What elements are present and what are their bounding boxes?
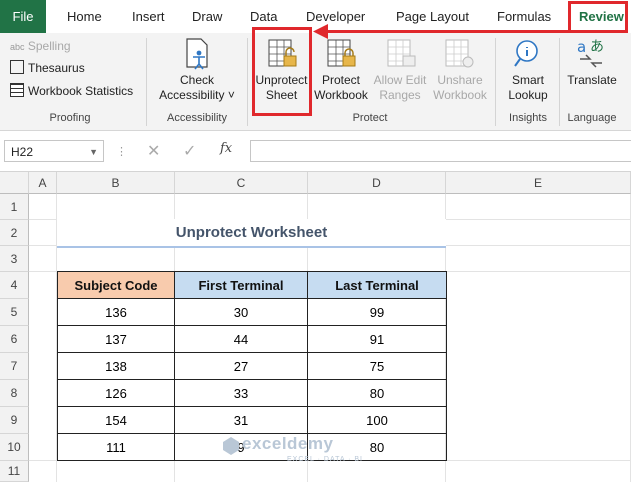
separator [247, 38, 248, 126]
header-first-terminal[interactable]: First Terminal [174, 271, 308, 299]
table-row: 126 33 80 [57, 379, 447, 407]
tab-insert[interactable]: Insert [132, 0, 165, 33]
thesaurus-icon [10, 60, 24, 74]
table-row: 138 27 75 [57, 352, 447, 380]
header-last-terminal[interactable]: Last Terminal [307, 271, 447, 299]
cell[interactable]: 30 [174, 298, 308, 326]
allow-edit-ranges-icon [387, 39, 416, 67]
formula-bar: H22 ▼ ⋮ ✕ ✓ fx [0, 131, 631, 172]
cell[interactable]: 137 [57, 325, 175, 353]
svg-text:あ: あ [590, 39, 604, 55]
smart-lookup-icon [514, 40, 538, 67]
name-box[interactable]: H22 ▼ [4, 140, 104, 162]
column-header-b[interactable]: B [57, 172, 175, 194]
separator [146, 38, 147, 126]
column-header-a[interactable]: A [29, 172, 57, 194]
more-options-icon: ⋮ [116, 146, 127, 158]
worksheet-title: Unprotect Worksheet [57, 219, 446, 248]
spelling-button[interactable]: abc Spelling [10, 37, 71, 55]
row-header-5[interactable]: 5 [0, 299, 29, 326]
cell[interactable]: 136 [57, 298, 175, 326]
enter-check-icon[interactable]: ✓ [183, 141, 196, 161]
separator [495, 38, 496, 126]
chevron-down-icon[interactable]: ▼ [89, 141, 98, 163]
cell[interactable]: 44 [174, 325, 308, 353]
ribbon: abc Spelling Thesaurus Workbook Statisti… [0, 33, 631, 131]
group-label-language: Language [567, 112, 617, 124]
table-row: 154 31 100 [57, 406, 447, 434]
group-label-insights: Insights [509, 112, 547, 124]
unshare-workbook-icon [445, 39, 474, 68]
cell[interactable]: 31 [174, 406, 308, 434]
exceldemy-logo-icon [223, 437, 239, 455]
cell[interactable]: 33 [174, 379, 308, 407]
cancel-icon[interactable]: ✕ [147, 141, 160, 161]
svg-text:a: a [577, 38, 586, 56]
check-accessibility-icon [186, 38, 208, 70]
row-header-2[interactable]: 2 [0, 220, 29, 246]
separator [559, 38, 560, 126]
column-header-c[interactable]: C [175, 172, 308, 194]
unprotect-sheet-highlight [252, 27, 312, 116]
translate-button[interactable]: Translate [562, 73, 622, 88]
cell[interactable]: 138 [57, 352, 175, 380]
arrow-head-icon [313, 24, 328, 39]
row-header-7[interactable]: 7 [0, 353, 29, 380]
tab-formulas[interactable]: Formulas [497, 0, 551, 33]
formula-input[interactable] [250, 140, 631, 162]
thesaurus-button[interactable]: Thesaurus [10, 59, 85, 77]
review-tab-highlight [568, 1, 628, 33]
row-header-9[interactable]: 9 [0, 407, 29, 434]
watermark-name: exceldemy [242, 434, 334, 453]
cell[interactable]: 27 [174, 352, 308, 380]
row-header-11[interactable]: 11 [0, 461, 29, 482]
workbook-statistics-button[interactable]: Workbook Statistics [10, 82, 133, 100]
table-row: 137 44 91 [57, 325, 447, 353]
column-header-e[interactable]: E [446, 172, 631, 194]
row-header-1[interactable]: 1 [0, 194, 29, 220]
tab-page-layout[interactable]: Page Layout [396, 0, 469, 33]
protect-workbook-button[interactable]: Protect Workbook [312, 73, 370, 103]
cell[interactable]: 99 [307, 298, 447, 326]
cell[interactable]: 154 [57, 406, 175, 434]
cell[interactable]: 100 [307, 406, 447, 434]
group-label-accessibility: Accessibility [167, 112, 227, 124]
table-row: 136 30 99 [57, 298, 447, 326]
data-table: Subject Code First Terminal Last Termina… [57, 271, 447, 461]
tab-draw[interactable]: Draw [192, 0, 222, 33]
row-header-6[interactable]: 6 [0, 326, 29, 353]
smart-lookup-button[interactable]: Smart Lookup [500, 73, 556, 103]
check-accessibility-button[interactable]: Check Accessibility ˅ [152, 73, 242, 103]
tab-file[interactable]: File [0, 0, 46, 33]
watermark-tagline: EXCEL · DATA · BI [287, 456, 363, 463]
workbook-statistics-icon [10, 83, 24, 97]
cell[interactable]: 126 [57, 379, 175, 407]
insert-function-icon[interactable]: fx [220, 141, 232, 156]
translate-icon: a あ [577, 38, 604, 68]
protect-workbook-icon [327, 39, 356, 67]
column-header-d[interactable]: D [308, 172, 446, 194]
cell[interactable]: 80 [307, 379, 447, 407]
select-all-corner[interactable] [0, 172, 29, 194]
cell[interactable]: 111 [57, 433, 175, 461]
unshare-workbook-button[interactable]: Unshare Workbook [430, 73, 490, 103]
table-header-row: Subject Code First Terminal Last Termina… [57, 271, 447, 299]
spelling-icon: abc [10, 42, 25, 52]
cell[interactable]: 75 [307, 352, 447, 380]
row-header-4[interactable]: 4 [0, 272, 29, 299]
annotation-arrow-line [326, 30, 569, 33]
row-header-10[interactable]: 10 [0, 434, 29, 461]
cell[interactable]: 91 [307, 325, 447, 353]
header-subject-code[interactable]: Subject Code [57, 271, 175, 299]
row-header-3[interactable]: 3 [0, 246, 29, 272]
row-header-8[interactable]: 8 [0, 380, 29, 407]
group-label-proofing: Proofing [49, 112, 91, 124]
tab-home[interactable]: Home [67, 0, 102, 33]
group-label-protect: Protect [352, 112, 388, 124]
allow-edit-ranges-button[interactable]: Allow Edit Ranges [370, 73, 430, 103]
